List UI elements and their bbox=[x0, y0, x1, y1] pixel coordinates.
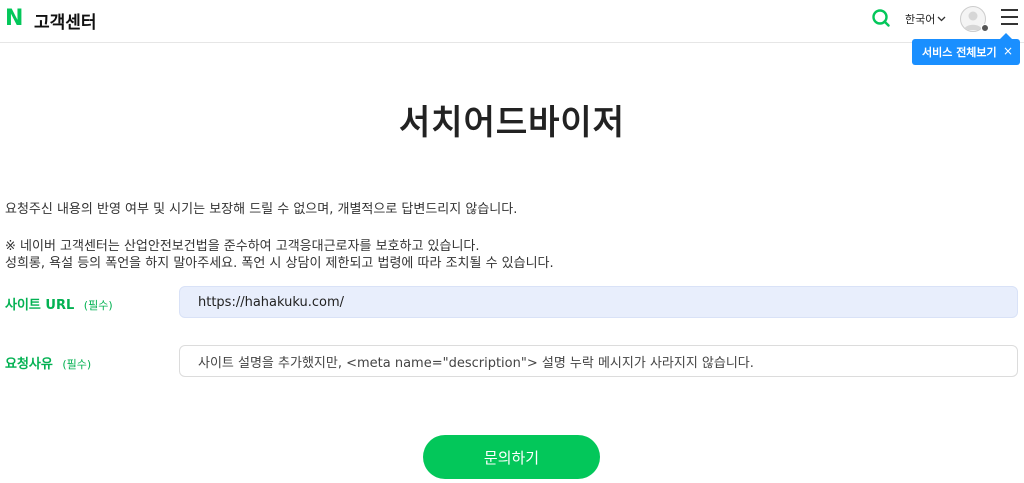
submit-inquiry-button[interactable]: 문의하기 bbox=[423, 435, 600, 479]
naver-logo[interactable]: N bbox=[5, 8, 26, 30]
settings-badge-icon bbox=[981, 24, 989, 32]
hamburger-menu-icon[interactable] bbox=[1001, 9, 1018, 25]
request-reason-input[interactable]: 사이트 설명을 추가했지만, <meta name="description">… bbox=[179, 345, 1018, 377]
request-reason-label: 요청사유 (필수) bbox=[5, 353, 91, 372]
site-url-label: 사이트 URL (필수) bbox=[5, 294, 113, 313]
brand-title[interactable]: 고객센터 bbox=[34, 8, 97, 33]
language-selector[interactable]: 한국어 bbox=[905, 11, 946, 27]
site-url-label-text: 사이트 URL bbox=[5, 298, 75, 313]
search-icon[interactable] bbox=[870, 7, 892, 29]
chevron-down-icon bbox=[937, 16, 946, 22]
close-icon[interactable]: × bbox=[1003, 44, 1013, 58]
required-marker: (필수) bbox=[83, 299, 113, 312]
abuse-warning: 성희롱, 욕설 등의 폭언을 하지 말아주세요. 폭언 시 상담이 제한되고 법… bbox=[5, 256, 554, 271]
tooltip-label: 서비스 전체보기 bbox=[922, 46, 997, 59]
notice-text: 요청주신 내용의 반영 여부 및 시기는 보장해 드릴 수 없으며, 개별적으로… bbox=[5, 202, 518, 217]
required-marker: (필수) bbox=[62, 358, 92, 371]
protection-notice: ※ 네이버 고객센터는 산업안전보건법을 준수하여 고객응대근로자를 보호하고 … bbox=[5, 239, 480, 254]
all-services-tooltip[interactable]: 서비스 전체보기 × bbox=[912, 33, 1020, 65]
request-reason-label-text: 요청사유 bbox=[5, 357, 53, 372]
site-url-input[interactable]: https://hahakuku.com/ bbox=[179, 286, 1018, 318]
language-label: 한국어 bbox=[905, 13, 936, 26]
page-title: 서치어드바이저 bbox=[399, 103, 625, 143]
top-header: N 고객센터 한국어 bbox=[0, 0, 1024, 43]
